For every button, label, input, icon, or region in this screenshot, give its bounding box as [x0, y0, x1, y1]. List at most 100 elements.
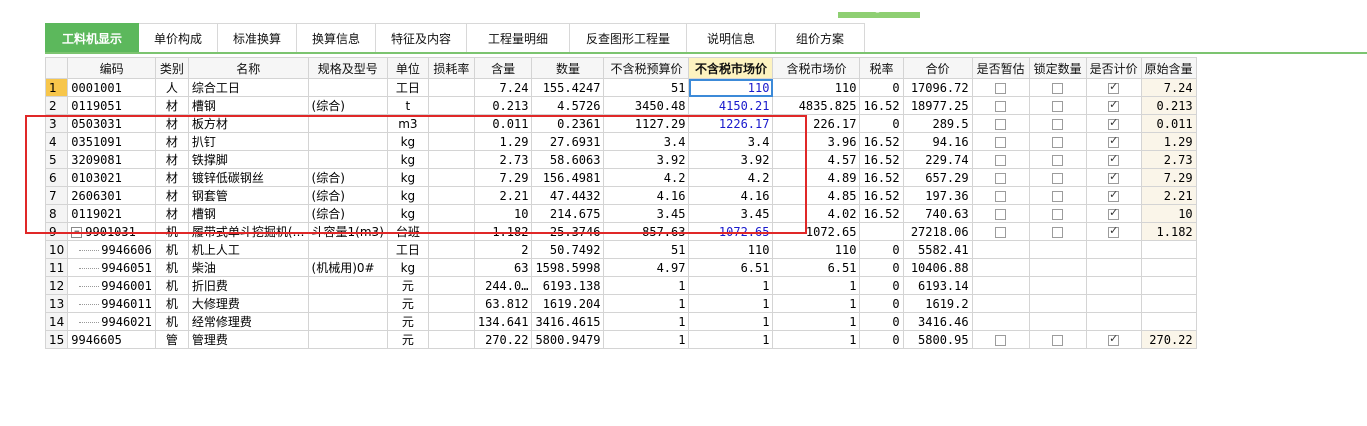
cell-est[interactable]: [971, 150, 1030, 169]
row-number[interactable]: 4: [44, 132, 69, 151]
cell-tax[interactable]: 0: [859, 240, 904, 259]
checkbox-est[interactable]: [995, 172, 1007, 184]
cell-tax[interactable]: 0: [859, 114, 904, 133]
cell-lock[interactable]: [1028, 96, 1087, 115]
cell-mktin[interactable]: 110: [772, 240, 861, 259]
cell-est[interactable]: [971, 222, 1030, 241]
cell-loss[interactable]: [427, 186, 475, 205]
cell-unit[interactable]: kg: [386, 258, 429, 277]
column-header-6[interactable]: 损耗率: [427, 57, 475, 79]
cell-code[interactable]: 0503031: [67, 114, 156, 133]
cell-name[interactable]: 铁撑脚: [187, 150, 309, 169]
row-number[interactable]: 1: [44, 78, 69, 97]
cell-lock[interactable]: [1028, 114, 1087, 133]
checkbox-lock[interactable]: [1052, 334, 1064, 346]
cell-mktin[interactable]: 3.96: [772, 132, 861, 151]
cell-qty[interactable]: 2.73: [473, 150, 533, 169]
checkbox-est[interactable]: [995, 208, 1007, 220]
row-number[interactable]: 13: [44, 294, 69, 313]
cell-pre[interactable]: 4.2: [603, 168, 690, 187]
cell-price[interactable]: [1085, 204, 1142, 223]
cell-code[interactable]: 9946001: [67, 276, 156, 295]
cell-price[interactable]: [1085, 186, 1142, 205]
tab-8[interactable]: 说明信息: [687, 23, 776, 53]
row-number[interactable]: 7: [44, 186, 69, 205]
cell-name[interactable]: 管理费: [187, 330, 309, 349]
column-header-7[interactable]: 含量: [473, 57, 533, 79]
cell-spec[interactable]: [307, 114, 388, 133]
cell-cat[interactable]: 管: [154, 330, 189, 349]
cell-total[interactable]: 94.16: [902, 132, 973, 151]
row-number[interactable]: 15: [44, 330, 69, 349]
cell-orig[interactable]: [1140, 312, 1197, 331]
cell-code[interactable]: 0001001: [67, 78, 156, 97]
cell-cat[interactable]: 材: [154, 186, 189, 205]
cell-qty[interactable]: 134.641: [473, 312, 533, 331]
cell-total[interactable]: 197.36: [902, 186, 973, 205]
cell-qty[interactable]: 244.0…: [473, 276, 533, 295]
cell-lock[interactable]: [1028, 312, 1087, 331]
cell-unit[interactable]: kg: [386, 168, 429, 187]
checkbox-lock[interactable]: [1052, 82, 1064, 94]
cell-amt[interactable]: 6193.138: [531, 276, 605, 295]
cell-lock[interactable]: [1028, 276, 1087, 295]
cell-pre[interactable]: 3.92: [603, 150, 690, 169]
cell-mkt[interactable]: 3.92: [688, 150, 774, 169]
cell-mktin[interactable]: 1: [772, 294, 861, 313]
cell-spec[interactable]: [307, 312, 388, 331]
table-row[interactable]: 7 2606301 材钢套管 (综合) kg 2.21 47.4432 4.16 4.16 4.8…: [44, 186, 1197, 205]
cell-code[interactable]: 9946021: [67, 312, 156, 331]
cell-total[interactable]: 3416.46: [902, 312, 973, 331]
tab-9[interactable]: 组价方案: [776, 23, 865, 53]
cell-est[interactable]: [971, 294, 1030, 313]
cell-mktin[interactable]: 4.02: [772, 204, 861, 223]
cell-pre[interactable]: 51: [603, 78, 690, 97]
cell-qty[interactable]: 63.812: [473, 294, 533, 313]
cell-cat[interactable]: 材: [154, 204, 189, 223]
cell-total[interactable]: 657.29: [902, 168, 973, 187]
cell-price[interactable]: [1085, 150, 1142, 169]
cell-total[interactable]: 6193.14: [902, 276, 973, 295]
cell-price[interactable]: [1085, 330, 1142, 349]
cell-unit[interactable]: kg: [386, 186, 429, 205]
cell-code[interactable]: 9946051: [67, 258, 156, 277]
cell-mktin[interactable]: 4835.825: [772, 96, 861, 115]
panel-collapse-handle[interactable]: ︾: [838, 10, 920, 20]
cell-mktin[interactable]: 1: [772, 312, 861, 331]
cell-pre[interactable]: 1: [603, 312, 690, 331]
cell-est[interactable]: [971, 96, 1030, 115]
tab-5[interactable]: 特征及内容: [376, 23, 467, 53]
cell-pre[interactable]: 857.63: [603, 222, 690, 241]
cell-pre[interactable]: 1: [603, 330, 690, 349]
checkbox-lock[interactable]: [1052, 208, 1064, 220]
table-row[interactable]: 12 9946001 机折旧费 元 244.0… 6193.138 1 1 1 0 6193.14: [44, 276, 1197, 295]
cell-name[interactable]: 槽钢: [187, 96, 309, 115]
cell-est[interactable]: [971, 132, 1030, 151]
cell-loss[interactable]: [427, 222, 475, 241]
cell-total[interactable]: 5800.95: [902, 330, 973, 349]
cell-pre[interactable]: 4.16: [603, 186, 690, 205]
column-header-10[interactable]: 不含税市场价: [688, 57, 774, 79]
cell-est[interactable]: [971, 330, 1030, 349]
cell-orig[interactable]: 7.29: [1140, 168, 1197, 187]
cell-unit[interactable]: 元: [386, 330, 429, 349]
cell-pre[interactable]: 1: [603, 276, 690, 295]
cell-loss[interactable]: [427, 258, 475, 277]
table-row[interactable]: 15 9946605 管管理费 元 270.22 5800.9479 1 1 1 0 5800.95…: [44, 330, 1197, 349]
cell-unit[interactable]: 元: [386, 276, 429, 295]
checkbox-price[interactable]: [1108, 152, 1120, 166]
cell-lock[interactable]: [1028, 330, 1087, 349]
cell-amt[interactable]: 3416.4615: [531, 312, 605, 331]
cell-unit[interactable]: kg: [386, 204, 429, 223]
cell-lock[interactable]: [1028, 168, 1087, 187]
cell-amt[interactable]: 47.4432: [531, 186, 605, 205]
cell-price[interactable]: [1085, 312, 1142, 331]
checkbox-price[interactable]: [1108, 206, 1120, 220]
cell-name[interactable]: 槽钢: [187, 204, 309, 223]
cell-amt[interactable]: 58.6063: [531, 150, 605, 169]
tab-2[interactable]: 单价构成: [139, 23, 218, 53]
cell-mkt[interactable]: 110: [688, 240, 774, 259]
cell-name[interactable]: 经常修理费: [187, 312, 309, 331]
cell-lock[interactable]: [1028, 78, 1087, 97]
cell-qty[interactable]: 2.21: [473, 186, 533, 205]
